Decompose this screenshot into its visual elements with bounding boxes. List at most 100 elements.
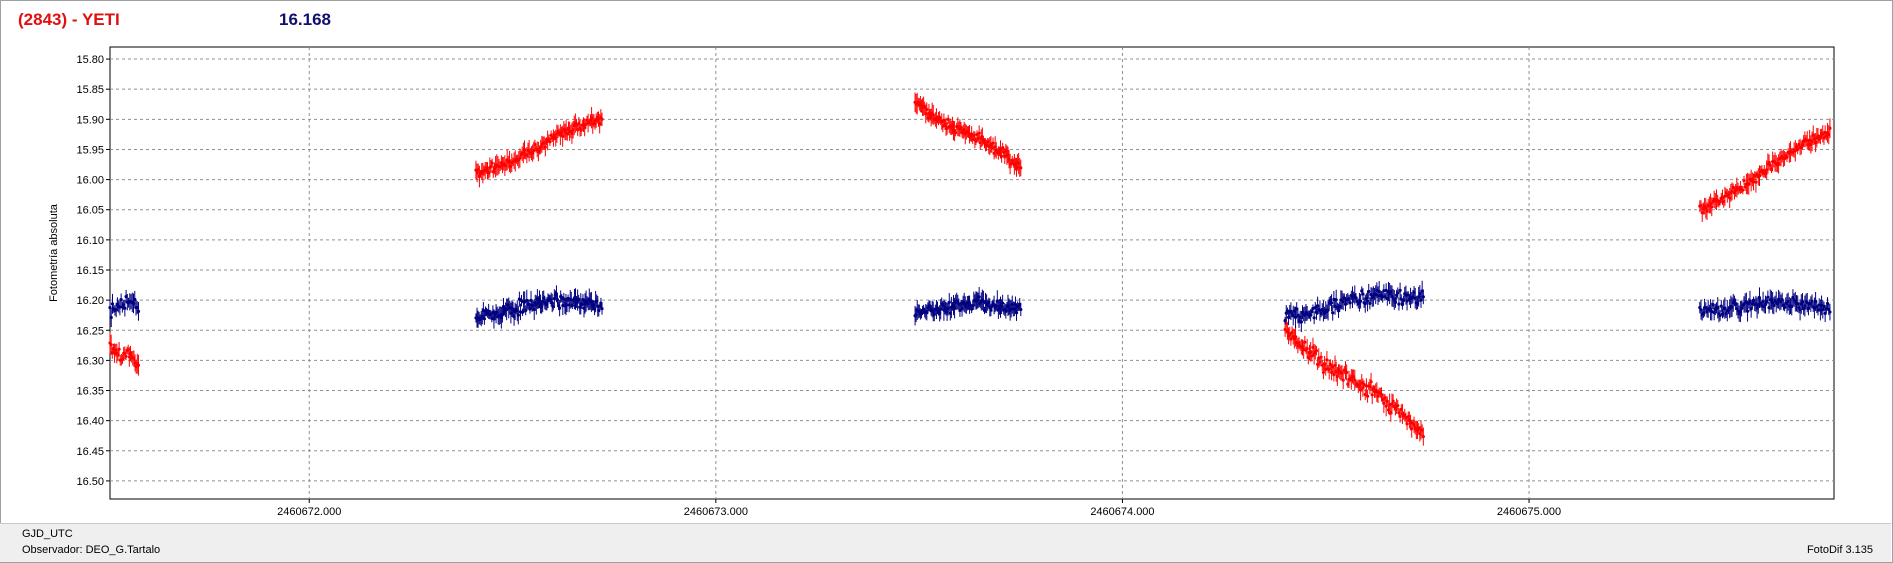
data-point — [124, 354, 128, 358]
y-axis-ticks: 15.80 15.85 15.90 15.95 16.00 16.05 16.10 16.15… — [76, 54, 110, 488]
data-point — [1019, 166, 1023, 170]
data-point — [136, 363, 141, 367]
data-point — [543, 145, 547, 149]
data-point — [516, 313, 520, 317]
y-tick-label: 16.05 — [76, 205, 104, 217]
y-tick-label: 16.45 — [76, 446, 104, 458]
data-point — [1358, 299, 1363, 303]
data-point — [110, 302, 115, 306]
data-point — [925, 107, 929, 112]
data-point — [555, 298, 560, 302]
data-point — [999, 154, 1004, 158]
plot-area — [109, 46, 1835, 500]
y-tick-label: 15.80 — [76, 54, 104, 66]
data-point — [991, 141, 995, 145]
data-point — [600, 117, 604, 121]
y-tick-label: 16.35 — [76, 386, 104, 398]
data-point — [1329, 301, 1334, 305]
data-point — [554, 292, 559, 296]
y-axis-label: Fotometría absoluta — [48, 203, 60, 302]
x-tick-label: 2460673.000 — [684, 506, 748, 518]
data-point — [1014, 311, 1019, 315]
data-point — [977, 295, 981, 299]
y-tick-label: 16.50 — [76, 476, 104, 488]
data-point — [1341, 378, 1345, 382]
data-point — [1299, 320, 1303, 324]
data-point — [1365, 394, 1370, 398]
data-point — [117, 347, 121, 351]
data-point — [1314, 349, 1319, 353]
data-point — [1382, 401, 1386, 405]
data-point — [1766, 295, 1770, 299]
data-point — [1785, 155, 1789, 159]
data-point — [1393, 300, 1398, 304]
data-point — [1405, 422, 1409, 426]
data-point — [977, 131, 981, 135]
y-tick-label: 15.90 — [76, 114, 104, 126]
data-point — [1325, 358, 1329, 362]
data-point — [1361, 292, 1365, 296]
data-point — [136, 309, 141, 313]
data-point — [1745, 309, 1750, 313]
x-axis-ticks: 2460672.000 2460673.000 2460674.000 2460675… — [277, 499, 1561, 518]
data-point — [1828, 310, 1832, 314]
data-point — [1828, 126, 1832, 130]
y-tick-label: 16.25 — [76, 325, 104, 337]
data-point — [1719, 304, 1723, 308]
data-point — [558, 306, 562, 310]
data-point — [548, 140, 552, 144]
data-point — [1421, 295, 1425, 299]
x-tick-label: 2460674.000 — [1090, 506, 1154, 518]
data-point — [1348, 301, 1352, 305]
status-footer: GJD_UTC Observador: DEO_G.Tartalo FotoDi… — [0, 523, 1891, 562]
data-point — [1019, 307, 1023, 312]
x-tick-label: 2460672.000 — [277, 506, 341, 518]
data-point — [1001, 301, 1005, 305]
data-point — [974, 139, 978, 143]
data-point — [1319, 355, 1323, 359]
data-point — [123, 306, 127, 310]
data-point — [1334, 298, 1338, 302]
data-point — [1369, 380, 1373, 384]
data-point — [1754, 180, 1758, 184]
data-point — [1331, 311, 1335, 315]
data-point — [1345, 370, 1349, 375]
data-point — [1367, 289, 1371, 294]
data-point — [1398, 414, 1402, 418]
software-version: FotoDif 3.135 — [1806, 544, 1873, 556]
data-point — [1303, 340, 1307, 344]
data-point — [1710, 205, 1714, 209]
data-point — [1385, 399, 1389, 403]
data-point — [1397, 302, 1401, 306]
y-tick-label: 15.85 — [76, 84, 104, 96]
data-point — [109, 315, 113, 320]
data-point — [600, 306, 604, 311]
data-point — [1321, 370, 1326, 375]
data-point — [1396, 291, 1400, 295]
x-tick-label: 2460675.000 — [1497, 506, 1561, 518]
lightcurve-chart: 15.80 15.85 15.90 15.95 16.00 16.05 16.10 16.15… — [48, 46, 1835, 518]
data-point — [490, 161, 494, 165]
y-tick-label: 16.20 — [76, 295, 104, 307]
observer-label: Observador: DEO_G.Tartalo — [22, 544, 161, 556]
data-point — [1398, 288, 1402, 292]
data-point — [1305, 347, 1309, 351]
data-point — [1742, 178, 1746, 183]
data-point — [1741, 188, 1745, 192]
data-point — [1421, 434, 1425, 439]
data-point — [119, 298, 123, 302]
data-point — [1312, 316, 1316, 320]
x-axis-label: GJD_UTC — [22, 528, 73, 540]
y-tick-label: 15.95 — [76, 144, 104, 156]
data-point — [109, 343, 113, 347]
data-point — [1365, 299, 1370, 303]
data-point — [1396, 403, 1400, 408]
y-tick-label: 16.00 — [76, 175, 104, 187]
y-tick-label: 16.10 — [76, 235, 104, 247]
data-point — [947, 300, 951, 304]
y-tick-label: 16.15 — [76, 265, 104, 277]
data-point — [954, 131, 958, 135]
data-point — [482, 317, 487, 321]
data-point — [1370, 393, 1374, 397]
y-tick-label: 16.30 — [76, 355, 104, 367]
